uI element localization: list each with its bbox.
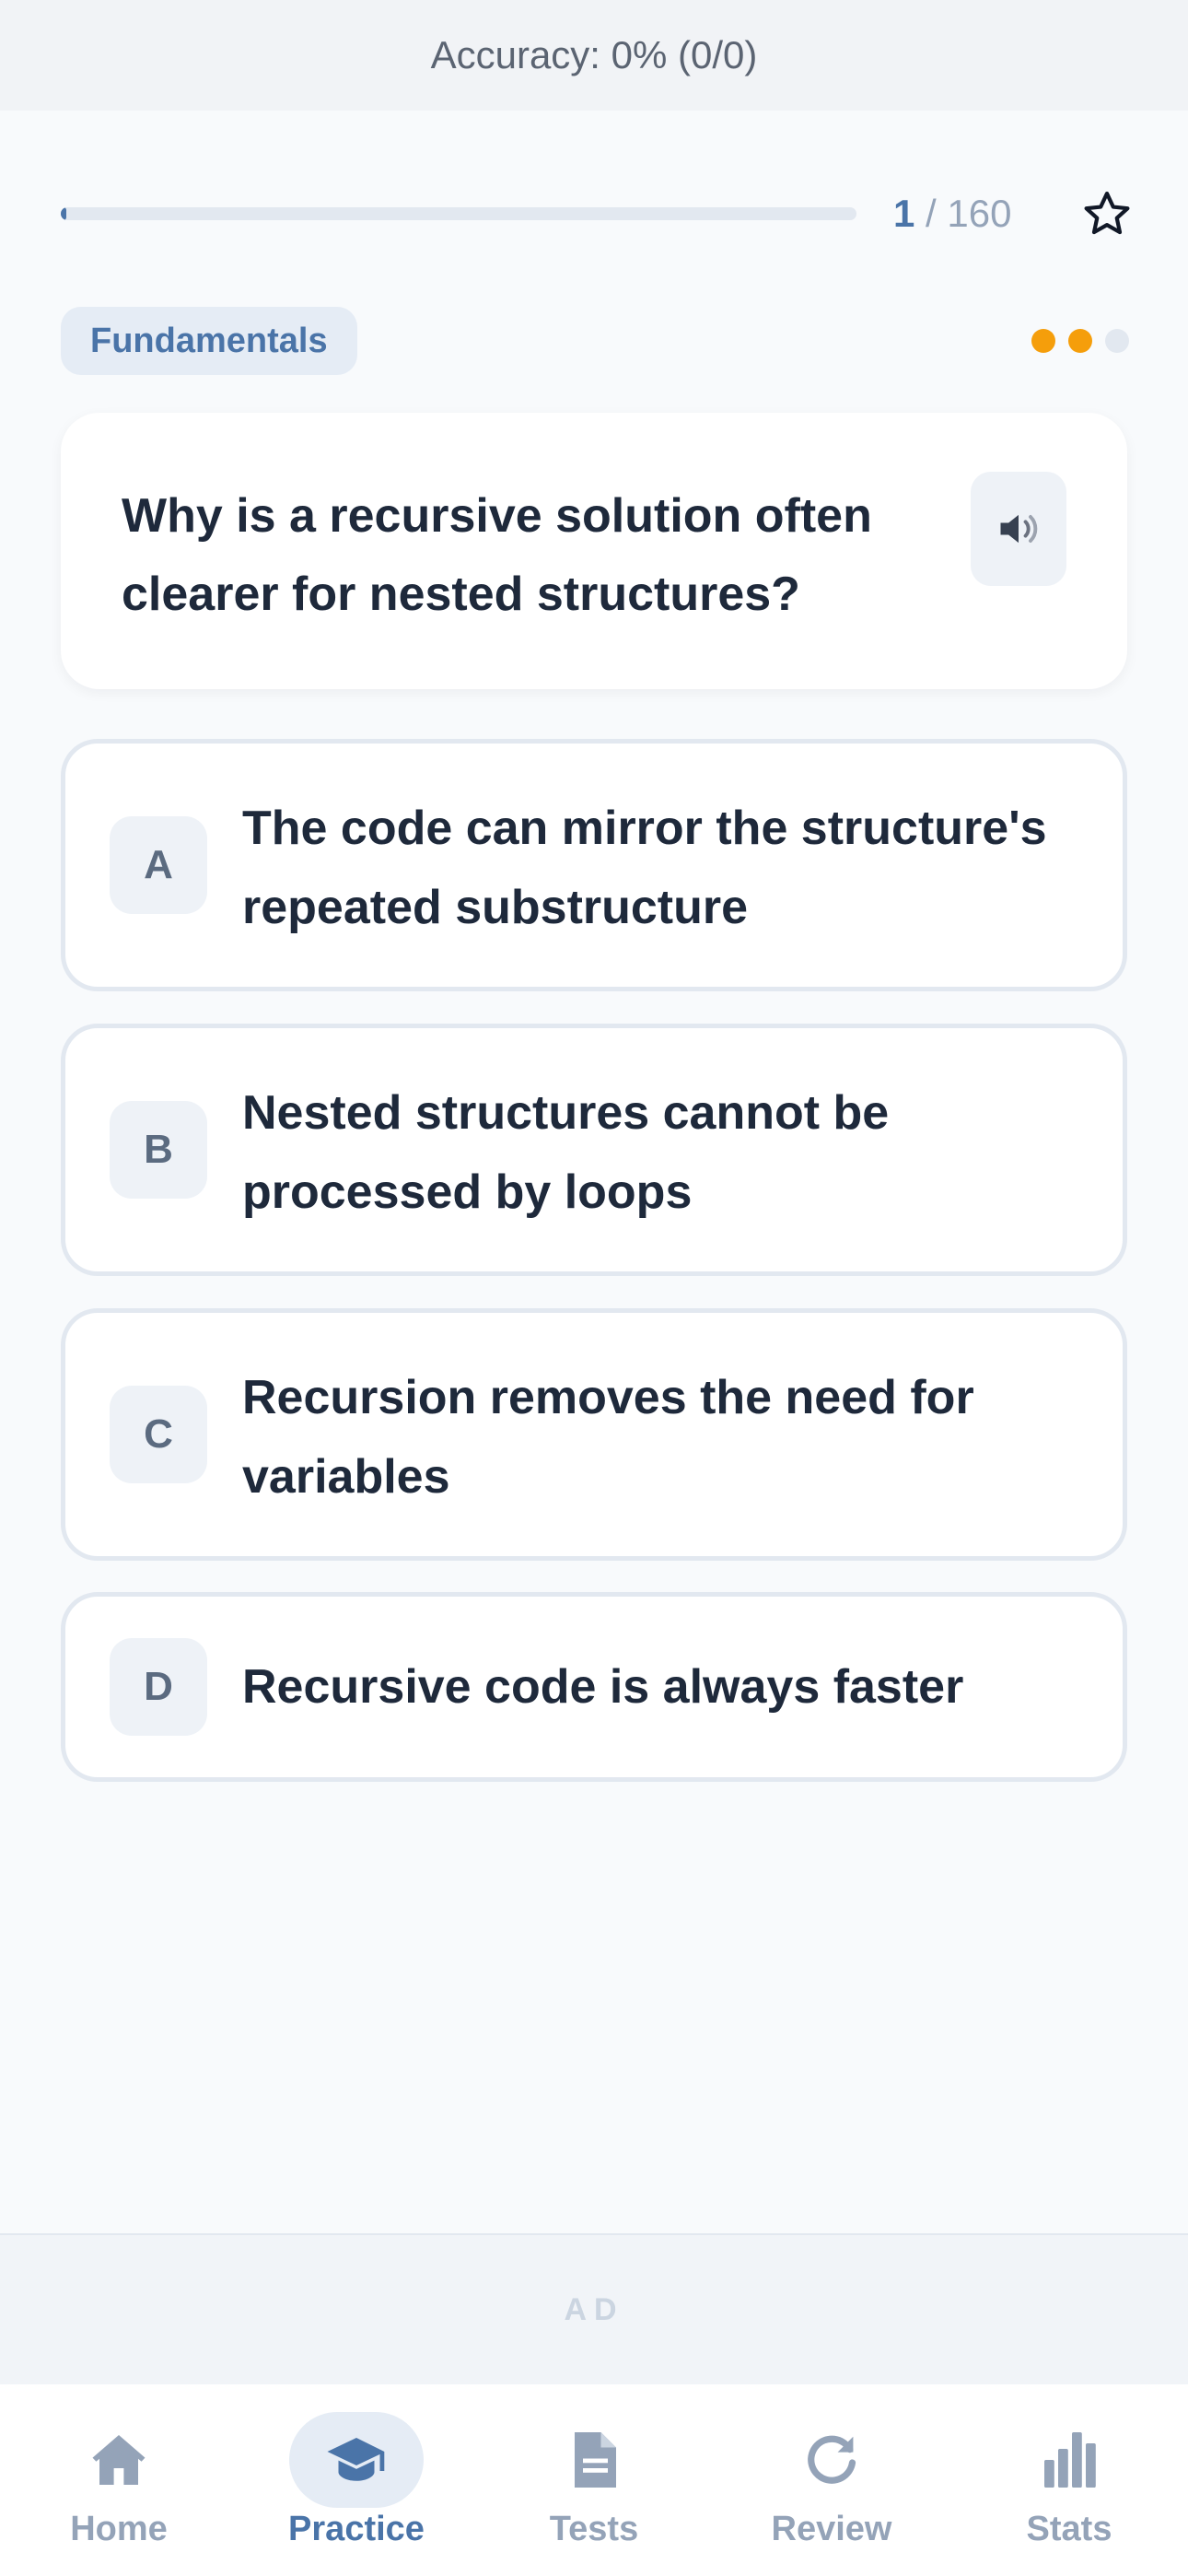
option-text-b: Nested structures cannot be processed by… [242, 1086, 890, 1219]
refresh-icon [808, 2435, 856, 2484]
option-text-a: The code can mirror the structure's repe… [242, 802, 1047, 934]
answer-option-d[interactable]: D Recursive code is always faster [61, 1592, 1127, 1782]
option-letter-d: D [110, 1638, 207, 1736]
home-icon [92, 2435, 146, 2485]
difficulty-dot [1105, 329, 1129, 353]
difficulty-dot [1031, 329, 1055, 353]
answer-option-c[interactable]: C Recursion removes the need for variabl… [61, 1308, 1127, 1561]
answer-option-b[interactable]: B Nested structures cannot be processed … [61, 1024, 1127, 1276]
option-letter-a: A [110, 816, 207, 914]
progress-bar-fill [61, 207, 66, 220]
question-counter: 1 / 160 [893, 192, 1011, 236]
ad-label: AD [564, 2291, 624, 2327]
option-letter-c: C [110, 1386, 207, 1483]
nav-label-stats: Stats [1026, 2510, 1112, 2548]
total-questions: / 160 [914, 192, 1012, 235]
question-meta: Fundamentals [61, 306, 1129, 376]
document-icon [575, 2432, 616, 2488]
nav-label-practice: Practice [288, 2510, 425, 2548]
nav-stats[interactable]: Stats [977, 2412, 1161, 2559]
nav-practice[interactable]: Practice [264, 2412, 448, 2559]
difficulty-dot [1068, 329, 1092, 353]
accuracy-text: Accuracy: 0% (0/0) [430, 33, 758, 76]
bookmark-star-button[interactable] [1079, 186, 1135, 241]
answer-option-a[interactable]: A The code can mirror the structure's re… [61, 739, 1127, 991]
accuracy-bar: Accuracy: 0% (0/0) [0, 0, 1188, 111]
graduation-cap-icon [327, 2438, 385, 2481]
progress-row: 1 / 160 [61, 181, 1135, 247]
question-text: Why is a recursive solution often cleare… [122, 489, 872, 621]
option-text-c: Recursion removes the need for variables [242, 1371, 974, 1504]
nav-review[interactable]: Review [740, 2412, 924, 2559]
category-tag: Fundamentals [61, 307, 357, 375]
current-question-number: 1 [893, 192, 915, 235]
nav-tests[interactable]: Tests [502, 2412, 686, 2559]
nav-label-home: Home [70, 2510, 168, 2548]
bar-chart-icon [1044, 2432, 1096, 2488]
nav-home[interactable]: Home [27, 2412, 211, 2559]
difficulty-indicator [1031, 329, 1129, 353]
read-aloud-button[interactable] [971, 472, 1066, 586]
ad-banner[interactable]: AD [0, 2233, 1188, 2384]
question-card: Why is a recursive solution often cleare… [61, 413, 1127, 689]
option-text-d: Recursive code is always faster [242, 1660, 964, 1714]
option-letter-b: B [110, 1101, 207, 1199]
speaker-icon [1000, 514, 1038, 544]
star-icon [1084, 191, 1130, 235]
nav-label-review: Review [771, 2510, 892, 2548]
nav-label-tests: Tests [549, 2510, 639, 2548]
bottom-navigation: Home Practice Tests Review Stats [0, 2384, 1188, 2576]
progress-bar [61, 207, 856, 220]
